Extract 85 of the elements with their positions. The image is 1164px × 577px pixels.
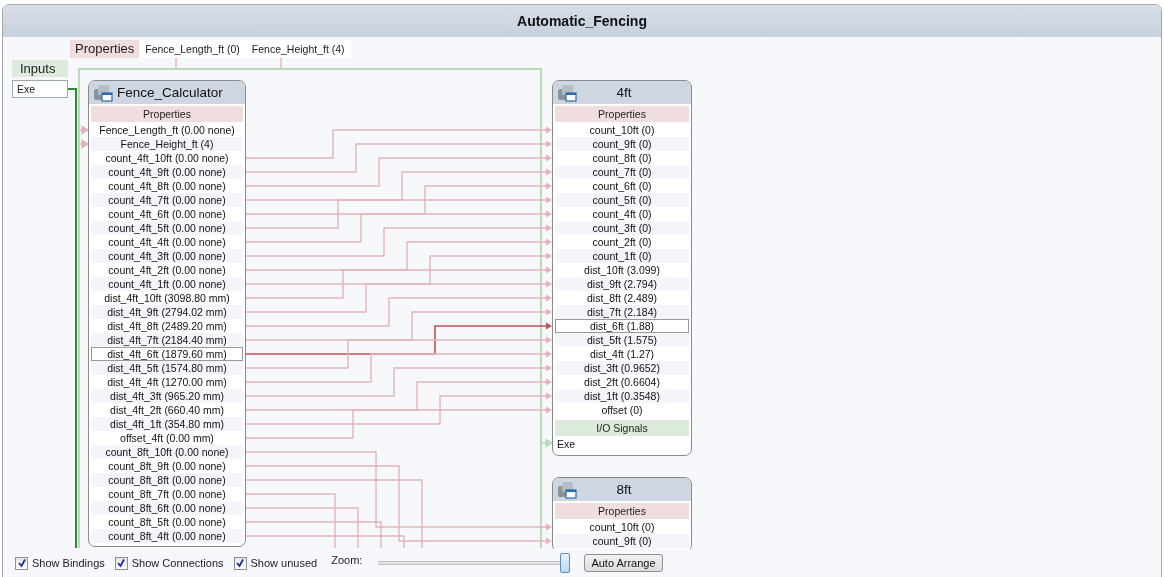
property-row[interactable]: count_4ft_5ft (0.00 none)	[91, 221, 243, 235]
section-header: Properties	[555, 106, 689, 122]
property-row[interactable]: count_8ft_9ft (0.00 none)	[91, 459, 243, 473]
section-header: I/O Signals	[555, 420, 689, 436]
property-row[interactable]: count_8ft_10ft (0.00 none)	[91, 445, 243, 459]
section-header: Properties	[91, 106, 243, 122]
property-row[interactable]: dist_4ft_6ft (1879.60 mm)	[91, 347, 243, 361]
property-row[interactable]: dist_4ft (1.27)	[555, 347, 689, 361]
component-icon	[557, 83, 577, 102]
property-row[interactable]: dist_8ft (2.489)	[555, 291, 689, 305]
zoom-label: Zoom:	[331, 554, 363, 566]
property-row[interactable]: count_8ft_8ft (0.00 none)	[91, 473, 243, 487]
property-row[interactable]: count_4ft_2ft (0.00 none)	[91, 263, 243, 277]
property-row[interactable]: dist_1ft (0.3548)	[555, 389, 689, 403]
property-row[interactable]: count_4ft_6ft (0.00 none)	[91, 207, 243, 221]
node-title: Fence_Calculator	[117, 85, 223, 100]
property-chip[interactable]: Fence_Height_ft (4)	[245, 40, 351, 58]
property-row[interactable]: dist_6ft (1.88)	[555, 319, 689, 333]
property-row[interactable]: dist_9ft (2.794)	[555, 277, 689, 291]
property-row[interactable]: count_4ft (0)	[555, 207, 689, 221]
node-title: 4ft	[615, 85, 633, 100]
property-row[interactable]: count_8ft (0)	[555, 151, 689, 165]
property-row[interactable]: count_8ft_4ft (0.00 none)	[91, 529, 243, 543]
property-row[interactable]: count_4ft_8ft (0.00 none)	[91, 179, 243, 193]
checkbox-label[interactable]: Show unused	[250, 557, 318, 569]
signal-row[interactable]: Exe	[555, 437, 689, 452]
property-row[interactable]: count_6ft (0)	[555, 179, 689, 193]
component-node[interactable]	[88, 80, 246, 547]
component-icon	[557, 480, 577, 499]
section-header: Properties	[555, 503, 689, 519]
checkbox[interactable]	[114, 556, 128, 570]
property-row[interactable]: dist_4ft_4ft (1270.00 mm)	[91, 375, 243, 389]
component-icon	[93, 83, 113, 102]
inputs-label: Inputs	[12, 60, 68, 77]
component-node[interactable]: 8ft Properties count_10ft (0) count_9ft (0)	[552, 477, 692, 549]
property-row[interactable]: dist_10ft (3.099)	[555, 263, 689, 277]
property-row[interactable]: dist_7ft (2.184)	[555, 305, 689, 319]
property-row[interactable]: count_3ft (0)	[555, 221, 689, 235]
property-row[interactable]: dist_4ft_7ft (2184.40 mm)	[91, 333, 243, 347]
property-row[interactable]: count_5ft (0)	[555, 193, 689, 207]
properties-label: Properties	[70, 40, 140, 58]
property-row[interactable]: count_7ft (0)	[555, 165, 689, 179]
property-row[interactable]: Fence_Height_ft (4)	[91, 137, 243, 151]
property-row[interactable]: dist_4ft_3ft (965.20 mm)	[91, 389, 243, 403]
property-row[interactable]: dist_5ft (1.575)	[555, 333, 689, 347]
property-row[interactable]: count_4ft_7ft (0.00 none)	[91, 193, 243, 207]
property-row[interactable]: count_9ft (0)	[555, 534, 689, 548]
property-row[interactable]: count_8ft_5ft (0.00 none)	[91, 515, 243, 529]
property-row[interactable]: dist_4ft_1ft (354.80 mm)	[91, 417, 243, 431]
slider-thumb[interactable]	[560, 553, 571, 573]
checkbox-label[interactable]: Show Bindings	[32, 557, 105, 569]
property-chip[interactable]: Fence_Length_ft (0)	[139, 40, 246, 58]
connection-line	[79, 139, 90, 149]
property-row[interactable]: count_1ft (0)	[555, 249, 689, 263]
property-row[interactable]: count_2ft (0)	[555, 235, 689, 249]
property-row[interactable]: dist_2ft (0.6604)	[555, 375, 689, 389]
property-row[interactable]: count_8ft_7ft (0.00 none)	[91, 487, 243, 501]
checkbox-label[interactable]: Show Connections	[131, 557, 224, 569]
property-row[interactable]: count_8ft_6ft (0.00 none)	[91, 501, 243, 515]
property-row[interactable]: offset_4ft (0.00 mm)	[91, 431, 243, 445]
property-row[interactable]: dist_3ft (0.9652)	[555, 361, 689, 375]
component-node[interactable]	[552, 80, 692, 456]
node-title: 8ft	[615, 482, 633, 497]
property-row[interactable]: Fence_Length_ft (0.00 none)	[91, 123, 243, 137]
property-row[interactable]: count_9ft (0)	[555, 137, 689, 151]
property-row[interactable]: dist_4ft_5ft (1574.80 mm)	[91, 361, 243, 375]
property-row[interactable]: count_4ft_3ft (0.00 none)	[91, 249, 243, 263]
property-row[interactable]: count_4ft_10ft (0.00 none)	[91, 151, 243, 165]
auto-arrange-button[interactable]: Auto Arrange	[584, 554, 663, 572]
execution-arrow	[541, 438, 554, 448]
property-row[interactable]: dist_4ft_8ft (2489.20 mm)	[91, 319, 243, 333]
property-row[interactable]: count_10ft (0)	[555, 123, 689, 137]
property-row[interactable]: count_4ft_4ft (0.00 none)	[91, 235, 243, 249]
checkbox[interactable]	[233, 556, 247, 570]
property-row[interactable]: count_4ft_1ft (0.00 none)	[91, 277, 243, 291]
property-row[interactable]: offset (0)	[555, 403, 689, 417]
property-row[interactable]: count_4ft_9ft (0.00 none)	[91, 165, 243, 179]
property-row[interactable]: dist_4ft_10ft (3098.80 mm)	[91, 291, 243, 305]
property-row[interactable]: count_10ft (0)	[555, 520, 689, 534]
connection-line	[79, 125, 90, 135]
window-title: Automatic_Fencing	[517, 13, 647, 29]
property-row[interactable]: dist_4ft_9ft (2794.02 mm)	[91, 305, 243, 319]
checkbox[interactable]	[15, 556, 28, 570]
input-item[interactable]: Exe	[12, 80, 68, 98]
property-row[interactable]: dist_4ft_2ft (660.40 mm)	[91, 403, 243, 417]
